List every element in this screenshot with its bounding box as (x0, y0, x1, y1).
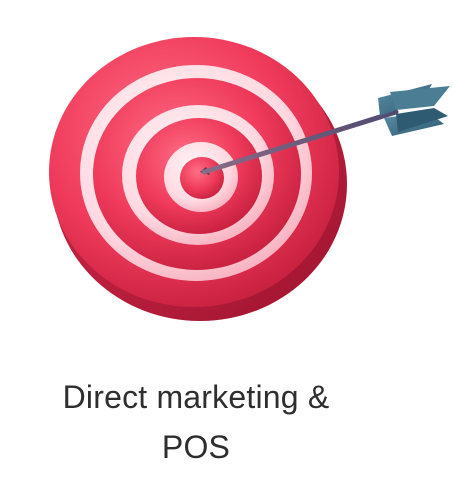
card-caption: Direct marketing & POS (0, 372, 392, 472)
service-card[interactable]: Direct marketing & POS (0, 0, 453, 500)
target-rings (80, 65, 312, 281)
caption-line-1: Direct marketing & (62, 379, 330, 415)
target-with-arrow-icon (49, 37, 450, 321)
caption-line-2: POS (161, 429, 231, 465)
